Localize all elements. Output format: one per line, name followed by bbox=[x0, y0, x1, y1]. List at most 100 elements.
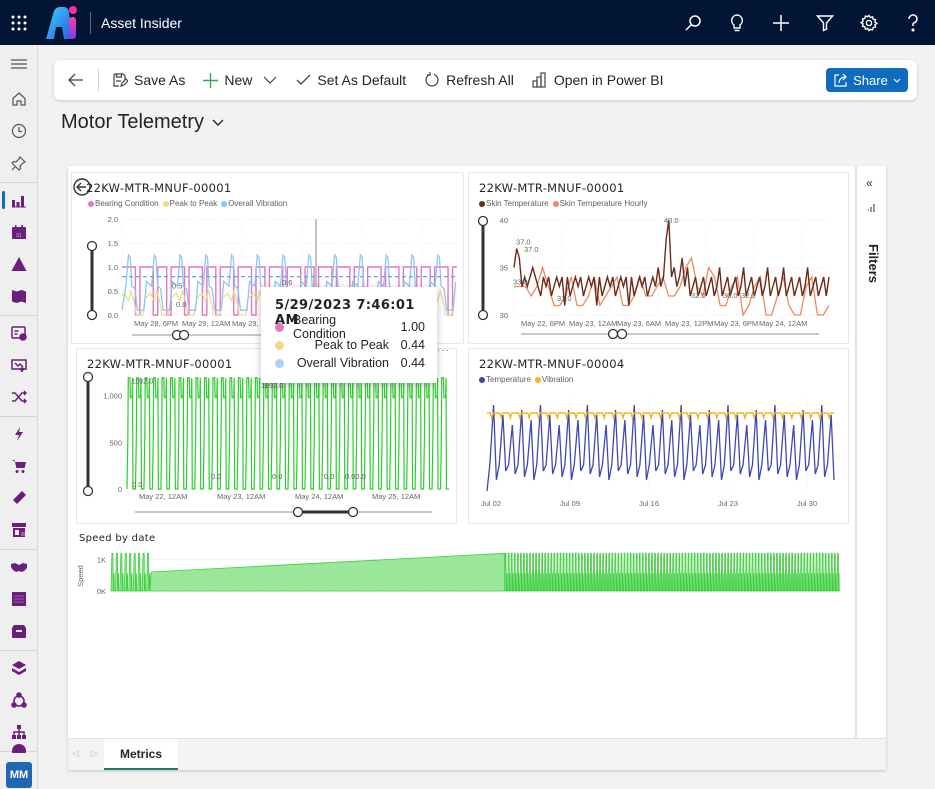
legend-item[interactable]: Vibration bbox=[534, 375, 573, 384]
ideas-button[interactable] bbox=[715, 0, 759, 45]
series-line-speed bbox=[126, 377, 449, 490]
sidebar-item-calendar[interactable]: 31 bbox=[0, 216, 38, 248]
search-button[interactable] bbox=[671, 0, 715, 45]
zoom-slider-handle bbox=[477, 215, 489, 227]
sidebar-item-layers[interactable] bbox=[0, 652, 38, 684]
sidebar-item-work-orders[interactable] bbox=[0, 349, 38, 381]
collapse-filters-icon[interactable]: « bbox=[866, 176, 873, 190]
temperature-vibration-chart[interactable]: 22KW-MTR-MNUF-00004 Temperature Vibratio… bbox=[468, 348, 849, 524]
lightbulb-icon bbox=[730, 13, 744, 31]
sidebar-item-pinned[interactable] bbox=[0, 147, 38, 179]
data-label: 32.0 bbox=[741, 291, 756, 300]
sidebar-item-dashboards[interactable] bbox=[0, 184, 38, 216]
more-options-icon[interactable]: ··· bbox=[437, 345, 450, 356]
sidebar-item-vendors[interactable] bbox=[0, 514, 38, 546]
x-tick-label: May 24, 12AM bbox=[759, 319, 807, 328]
settings-button[interactable] bbox=[847, 0, 891, 45]
new-dropdown-button[interactable] bbox=[261, 60, 287, 100]
data-label: 32.0 bbox=[691, 291, 706, 300]
sidebar-item-energy[interactable] bbox=[0, 418, 38, 450]
sidebar-item-alerts[interactable] bbox=[0, 248, 38, 280]
share-icon bbox=[834, 73, 847, 87]
next-page-icon[interactable]: ▷ bbox=[91, 748, 98, 759]
add-button[interactable] bbox=[759, 0, 803, 45]
skin-temperature-chart[interactable]: 22KW-MTR-MNUF-00001 Skin Temperature Ski… bbox=[468, 172, 849, 344]
calendar-icon: 31 bbox=[12, 225, 26, 239]
zoom-slider-handle bbox=[607, 328, 619, 340]
data-label: 40.0 bbox=[664, 216, 679, 225]
series-line-skin-temperature bbox=[513, 219, 830, 306]
help-button[interactable] bbox=[891, 0, 935, 45]
box-icon bbox=[12, 625, 26, 638]
sidebar-item-locations[interactable] bbox=[0, 739, 38, 753]
sidebar-item-contracts[interactable] bbox=[0, 551, 38, 583]
data-label: 0.00.0 bbox=[345, 472, 366, 481]
set-as-default-button[interactable]: Set As Default bbox=[287, 60, 415, 100]
layers-icon bbox=[12, 661, 26, 675]
tab-metrics[interactable]: Metrics bbox=[104, 739, 178, 770]
sidebar-item-routing[interactable] bbox=[0, 381, 38, 413]
zoom-slider-handle bbox=[477, 309, 489, 321]
back-button[interactable] bbox=[54, 60, 94, 100]
legend-item[interactable]: Temperature bbox=[479, 375, 531, 384]
legend-item[interactable]: Skin Temperature bbox=[479, 199, 549, 208]
sidebar-item-home[interactable] bbox=[0, 83, 38, 115]
new-button[interactable]: New bbox=[194, 60, 261, 100]
x-tick-label: May 24, 12AM bbox=[295, 492, 343, 501]
zoom-slider-handle bbox=[86, 240, 98, 252]
open-in-power-bi-button[interactable]: Open in Power BI bbox=[523, 60, 673, 100]
svg-text:31: 31 bbox=[16, 233, 22, 239]
y-tick-label: 0 bbox=[118, 485, 122, 494]
data-label: 0.0 bbox=[211, 472, 221, 481]
tag-icon bbox=[13, 491, 26, 504]
people-icon bbox=[11, 692, 27, 708]
x-tick-label: Jul 09 bbox=[560, 499, 580, 508]
tooltip-row: Peak to Peak 0.44 bbox=[275, 336, 425, 354]
filters-label: Filters bbox=[866, 244, 881, 284]
inbox-upload-icon bbox=[11, 359, 27, 372]
x-tick-label: May 23, 6AM bbox=[617, 319, 661, 328]
filter-button[interactable] bbox=[803, 0, 847, 45]
previous-page-icon[interactable]: ◁ bbox=[72, 748, 79, 759]
temperature-vibration-plot: Jul 02 Jul 09 Jul 16 Jul 23 Jul 30 bbox=[481, 397, 835, 508]
speed-plot: 05001,0001192.00.00.0 0.0 0.0 0.00.01192.0M… bbox=[82, 371, 449, 518]
refresh-all-button[interactable]: Refresh All bbox=[415, 60, 523, 100]
report-canvas: 22KW-MTR-MNUF-00001 Bearing Condition Pe… bbox=[68, 166, 856, 738]
series-color-dot bbox=[275, 322, 284, 332]
speed-by-date-plot: Speed 0K 1K bbox=[76, 552, 840, 596]
data-label: 31.0 bbox=[557, 294, 572, 303]
sidebar-item-recent[interactable] bbox=[0, 115, 38, 147]
sidebar-item-teams[interactable] bbox=[0, 684, 38, 716]
sidebar-item-inventory[interactable] bbox=[0, 615, 38, 647]
sidebar-item-knowledge[interactable] bbox=[0, 280, 38, 312]
y-tick-label: 0K bbox=[97, 587, 106, 596]
zoom-slider-handle bbox=[616, 328, 628, 340]
sidebar-item-menu[interactable] bbox=[0, 48, 38, 80]
sidebar-item-assets[interactable] bbox=[0, 317, 38, 349]
filters-pane[interactable]: « Filters bbox=[856, 166, 886, 738]
settings-icon bbox=[860, 13, 878, 32]
skin-temperature-plot: 30354037.037.033.031.040.032.0 30.0 32.0Ma… bbox=[477, 215, 830, 340]
app-launcher-button[interactable] bbox=[0, 0, 38, 45]
chart-tooltip: 5/29/2023 7:46:01 AM Bearing Condition 1… bbox=[261, 287, 437, 383]
x-tick-label: May 22, 6PM bbox=[521, 319, 565, 328]
legend-item[interactable]: Peak to Peak bbox=[162, 199, 217, 208]
sidebar-item-documents[interactable] bbox=[0, 583, 38, 615]
series-color-dot bbox=[275, 340, 284, 350]
page-title[interactable]: Motor Telemetry bbox=[61, 111, 224, 134]
sidebar-item-parts[interactable] bbox=[0, 482, 38, 514]
speed-by-date-chart[interactable]: Speed by date Speed 0K 1K bbox=[73, 528, 851, 608]
book-icon bbox=[12, 290, 26, 303]
clock-icon bbox=[11, 123, 27, 139]
legend-item[interactable]: Bearing Condition bbox=[88, 199, 159, 208]
x-tick-label: May 29, 12AM bbox=[182, 319, 230, 328]
user-avatar[interactable]: MM bbox=[6, 762, 32, 788]
data-label: 1192.0 bbox=[131, 377, 153, 386]
data-label: 33.0 bbox=[513, 278, 528, 287]
legend-item[interactable]: Skin Temperature Hourly bbox=[552, 199, 647, 208]
save-as-button[interactable]: Save As bbox=[103, 60, 194, 100]
legend-item[interactable]: Overall Vibration bbox=[221, 199, 287, 208]
sidebar-item-purchasing[interactable] bbox=[0, 450, 38, 482]
share-button[interactable]: Share bbox=[826, 68, 908, 92]
chart-legend: Skin Temperature Skin Temperature Hourly bbox=[479, 199, 647, 208]
